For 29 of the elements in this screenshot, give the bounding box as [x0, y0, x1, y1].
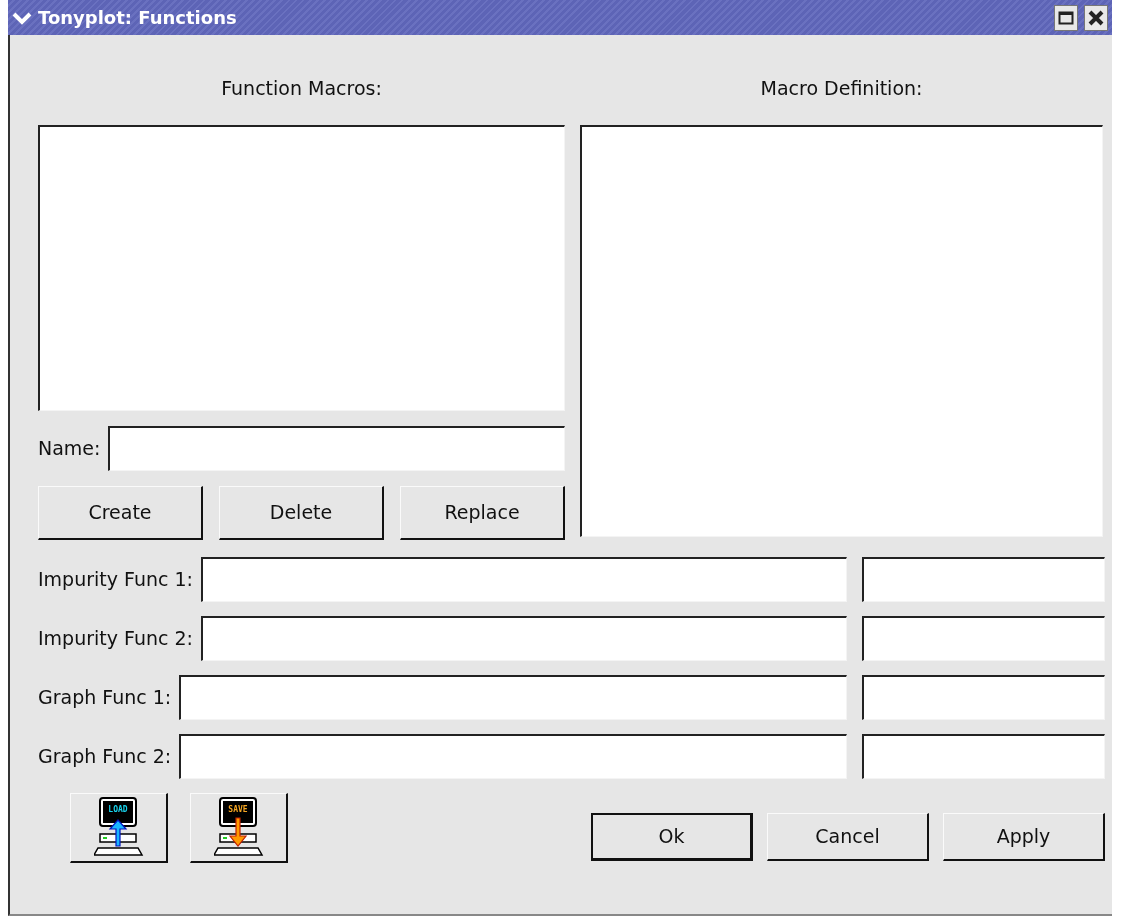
function-field[interactable]: [201, 556, 847, 602]
maximize-icon: [1058, 10, 1074, 25]
maximize-button[interactable]: [1054, 4, 1078, 31]
save-button[interactable]: SAVE: [190, 792, 288, 863]
field-label: Impurity Func 2:: [38, 625, 193, 651]
action-button[interactable]: Delete: [219, 486, 384, 540]
dialog-button[interactable]: Ok: [591, 812, 753, 861]
value-field[interactable]: [862, 615, 1105, 661]
field-label: Name:: [38, 436, 101, 462]
function-field[interactable]: [179, 674, 847, 720]
value-field[interactable]: [862, 733, 1105, 779]
load-button[interactable]: LOAD: [70, 792, 168, 863]
field-label: Graph Func 1:: [38, 684, 172, 710]
dialog-button[interactable]: Apply: [943, 812, 1105, 861]
close-button[interactable]: [1084, 4, 1108, 31]
dialog-button[interactable]: Cancel: [767, 812, 929, 861]
value-field[interactable]: [862, 674, 1105, 720]
action-button[interactable]: Replace: [400, 486, 565, 540]
list-label: Function Macros:: [220, 76, 383, 101]
field-label: Graph Func 2:: [38, 743, 172, 769]
function-field[interactable]: [179, 733, 847, 779]
action-button[interactable]: Create: [38, 486, 203, 540]
close-icon: [1088, 9, 1104, 26]
name-field[interactable]: [108, 426, 565, 471]
value-field[interactable]: [862, 556, 1105, 602]
window-title: Tonyplot: Functions: [38, 6, 238, 30]
field-label: Impurity Func 1:: [38, 566, 193, 592]
function-field[interactable]: [201, 615, 847, 661]
definition-label: Macro Definition:: [759, 76, 924, 101]
